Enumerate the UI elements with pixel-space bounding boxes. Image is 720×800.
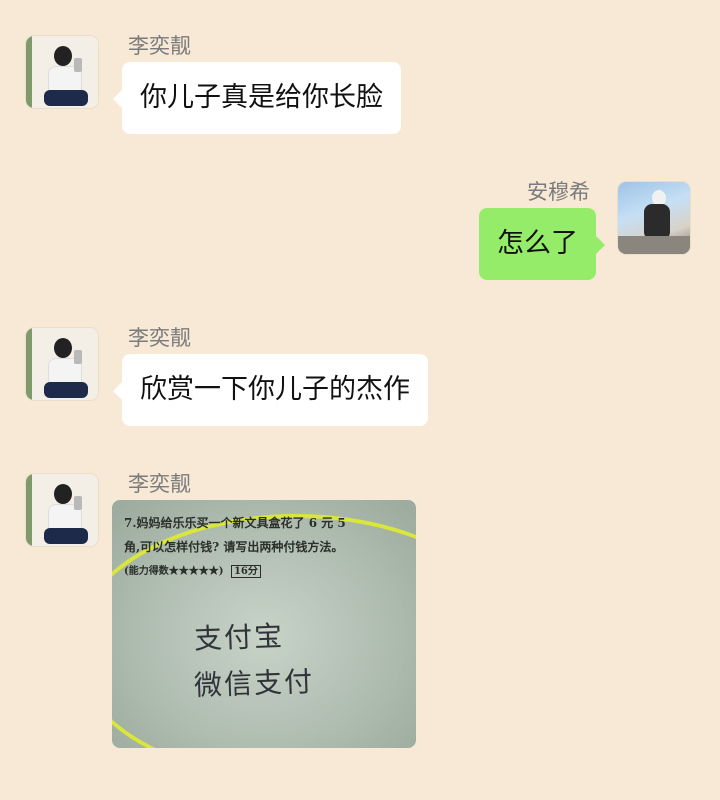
avatar-legs	[44, 90, 88, 106]
avatar-phone	[74, 350, 82, 364]
sender-name: 李奕靓	[128, 472, 191, 496]
message-bubble[interactable]: 你儿子真是给你长脸	[113, 62, 401, 134]
avatar-phone	[74, 58, 82, 72]
handwritten-answer: 微信支付	[193, 664, 315, 703]
sender-avatar-icon[interactable]	[26, 36, 98, 108]
sender-name: 李奕靓	[128, 34, 191, 58]
rating-stars: (能力得数★★★★★)	[124, 566, 224, 577]
sender-avatar-icon[interactable]	[26, 474, 98, 546]
avatar-head	[54, 484, 72, 504]
avatar-head	[54, 338, 72, 358]
message-bubble[interactable]: 怎么了	[479, 208, 605, 280]
sender-name: 李奕靓	[128, 326, 191, 350]
sender-name: 安穆希	[527, 180, 590, 204]
handwritten-answer: 支付宝	[193, 619, 285, 656]
score-box: 16分	[230, 565, 261, 578]
worksheet-rating: (能力得数★★★★★) 16分	[124, 562, 261, 578]
avatar-head	[54, 46, 72, 66]
avatar-legs	[44, 382, 88, 398]
worksheet-question-line: 7.妈妈给乐乐买一个新文具盒花了 6 元 5	[124, 516, 346, 530]
sender-avatar-icon[interactable]	[26, 328, 98, 400]
self-avatar-icon[interactable]	[618, 182, 690, 254]
avatar-ground	[618, 236, 690, 254]
worksheet-question-line: 角,可以怎样付钱? 请写出两种付钱方法。	[124, 540, 344, 554]
image-message[interactable]: 7.妈妈给乐乐买一个新文具盒花了 6 元 5 角,可以怎样付钱? 请写出两种付钱…	[112, 500, 416, 748]
avatar-body	[644, 204, 670, 240]
message-bubble[interactable]: 欣赏一下你儿子的杰作	[113, 354, 428, 426]
avatar-phone	[74, 496, 82, 510]
avatar-legs	[44, 528, 88, 544]
